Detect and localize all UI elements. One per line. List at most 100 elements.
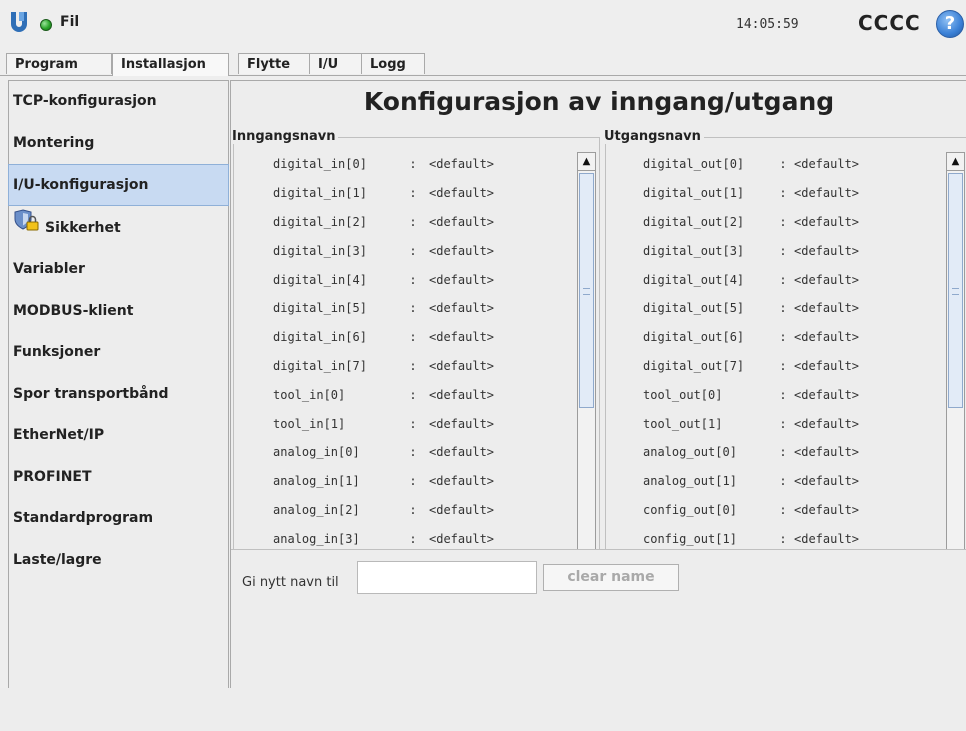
io-alias: <default> <box>794 157 860 172</box>
list-item[interactable]: analog_in[1]: <default> <box>235 467 577 496</box>
separator: : <box>409 387 417 402</box>
list-item[interactable]: tool_out[0]: <default> <box>607 380 946 409</box>
sidebar-item-label: Standardprogram <box>13 510 154 526</box>
tab-logg[interactable]: Logg <box>362 53 425 74</box>
list-item[interactable]: digital_in[2]: <default> <box>235 208 577 237</box>
io-name: tool_out[0] <box>643 387 723 402</box>
sidebar-item-label: Sikkerhet <box>45 219 121 236</box>
list-item[interactable]: analog_out[0]: <default> <box>607 438 946 467</box>
sidebar-item-label: TCP-konfigurasjon <box>13 93 157 109</box>
io-name: config_out[0] <box>643 502 737 517</box>
tab-flytte[interactable]: Flytte <box>238 53 310 74</box>
rename-panel: Gi nytt navn til clear name <box>231 549 966 689</box>
sidebar-item-label: Laste/lagre <box>13 551 102 568</box>
separator: : <box>779 502 787 517</box>
list-item[interactable]: digital_out[5]: <default> <box>607 294 946 323</box>
io-alias: <default> <box>429 387 495 402</box>
rename-label: Gi nytt navn til <box>242 575 339 590</box>
tab-installasjon[interactable]: Installasjon <box>112 53 229 76</box>
list-item[interactable]: digital_in[7]: <default> <box>235 352 577 381</box>
tab-io[interactable]: I/U <box>310 53 362 74</box>
separator: : <box>409 445 417 460</box>
tab-program[interactable]: Program <box>6 53 112 74</box>
sidebar-item-sikkerhet[interactable]: Sikkerhet <box>9 208 228 248</box>
io-alias: <default> <box>429 416 495 431</box>
shield-lock-icon <box>13 208 41 248</box>
io-name: digital_in[5] <box>273 301 367 316</box>
sidebar-item-profinet[interactable]: PROFINET <box>9 457 228 497</box>
sidebar-item-io-config[interactable]: I/U-konfigurasjon <box>8 164 229 206</box>
input-scrollbar[interactable]: ▲ ▼ <box>577 152 596 599</box>
list-item[interactable]: digital_out[1]: <default> <box>607 179 946 208</box>
io-alias: <default> <box>429 445 495 460</box>
sidebar-item-ethernet-ip[interactable]: EtherNet/IP <box>9 415 228 455</box>
io-alias: <default> <box>429 157 495 172</box>
sidebar-item-label: Spor transportbånd <box>13 385 169 402</box>
scroll-up-icon[interactable]: ▲ <box>947 153 964 171</box>
list-item[interactable]: digital_out[4]: <default> <box>607 265 946 294</box>
help-button[interactable]: ? <box>936 10 964 38</box>
io-name: digital_in[1] <box>273 186 367 201</box>
list-item[interactable]: digital_in[6]: <default> <box>235 323 577 352</box>
list-item[interactable]: digital_in[3]: <default> <box>235 236 577 265</box>
separator: : <box>409 301 417 316</box>
output-names-group: Utgangsnavn digital_out[0]: <default> digi… <box>604 129 966 603</box>
separator: : <box>409 502 417 517</box>
separator: : <box>779 330 787 345</box>
io-alias: <default> <box>794 358 860 373</box>
sidebar-item-funksjoner[interactable]: Funksjoner <box>9 332 228 372</box>
io-name: analog_in[1] <box>273 474 360 489</box>
file-menu[interactable]: Fil <box>60 14 79 30</box>
io-alias: <default> <box>429 358 495 373</box>
scroll-thumb[interactable] <box>948 173 963 408</box>
separator: : <box>779 301 787 316</box>
io-alias: <default> <box>794 330 860 345</box>
list-item[interactable]: digital_out[0]: <default> <box>607 150 946 179</box>
sidebar-item-label: Variabler <box>13 261 85 277</box>
clear-name-button[interactable]: clear name <box>543 564 679 591</box>
io-name: tool_out[1] <box>643 416 723 431</box>
scroll-up-icon[interactable]: ▲ <box>578 153 595 171</box>
io-name: analog_in[0] <box>273 445 360 460</box>
separator: : <box>409 186 417 201</box>
sidebar-item-conveyor[interactable]: Spor transportbånd <box>9 374 228 414</box>
list-item[interactable]: digital_out[6]: <default> <box>607 323 946 352</box>
io-name: digital_out[0] <box>643 157 745 172</box>
io-alias: <default> <box>429 301 495 316</box>
scroll-thumb[interactable] <box>579 173 594 408</box>
sidebar-item-variabler[interactable]: Variabler <box>9 249 228 289</box>
separator: : <box>779 416 787 431</box>
sidebar-item-default-program[interactable]: Standardprogram <box>9 498 228 538</box>
list-item[interactable]: digital_out[7]: <default> <box>607 352 946 381</box>
sidebar-item-tcp[interactable]: TCP-konfigurasjon <box>9 81 228 121</box>
list-item[interactable]: analog_in[0]: <default> <box>235 438 577 467</box>
list-item[interactable]: tool_in[1]: <default> <box>235 409 577 438</box>
list-item[interactable]: analog_in[2]: <default> <box>235 496 577 525</box>
list-item[interactable]: config_out[0]: <default> <box>607 496 946 525</box>
io-name: digital_out[2] <box>643 214 745 229</box>
io-name: tool_in[0] <box>273 387 346 402</box>
list-item[interactable]: analog_out[1]: <default> <box>607 467 946 496</box>
list-item[interactable]: digital_in[1]: <default> <box>235 179 577 208</box>
io-name: digital_in[7] <box>273 358 367 373</box>
separator: : <box>409 214 417 229</box>
list-item[interactable]: digital_in[0]: <default> <box>235 150 577 179</box>
output-scrollbar[interactable]: ▲ ▼ <box>946 152 965 599</box>
sidebar-item-label: PROFINET <box>13 468 92 485</box>
io-alias: <default> <box>429 214 495 229</box>
sidebar-item-load-save[interactable]: Laste/lagre <box>9 540 228 580</box>
separator: : <box>779 445 787 460</box>
rename-input[interactable] <box>357 561 537 594</box>
list-item[interactable]: digital_out[2]: <default> <box>607 208 946 237</box>
list-item[interactable]: digital_out[3]: <default> <box>607 236 946 265</box>
robot-name: CCCC <box>858 11 921 35</box>
sidebar-item-modbus[interactable]: MODBUS-klient <box>9 291 228 331</box>
main-panel: Konfigurasjon av inngang/utgang Inngangs… <box>230 80 966 689</box>
list-item[interactable]: tool_out[1]: <default> <box>607 409 946 438</box>
list-item[interactable]: digital_in[4]: <default> <box>235 265 577 294</box>
sidebar-item-montering[interactable]: Montering <box>9 123 228 163</box>
list-item[interactable]: tool_in[0]: <default> <box>235 380 577 409</box>
grip-icon <box>583 288 590 295</box>
list-item[interactable]: digital_in[5]: <default> <box>235 294 577 323</box>
io-name: digital_in[2] <box>273 214 367 229</box>
